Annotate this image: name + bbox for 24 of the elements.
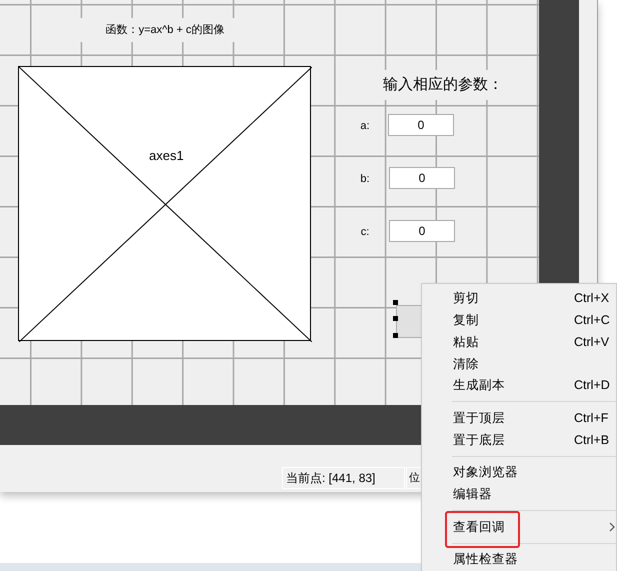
selection-handle[interactable] bbox=[393, 316, 398, 321]
shortcut-text: Ctrl+V bbox=[574, 334, 610, 351]
shortcut-text: Ctrl+B bbox=[574, 432, 610, 449]
selection-handle[interactable] bbox=[393, 300, 398, 305]
param-input[interactable]: 0 bbox=[389, 220, 455, 242]
menu-item[interactable]: 剪切 Ctrl+X bbox=[422, 288, 616, 310]
menu-item[interactable]: 粘贴 Ctrl+V bbox=[422, 331, 616, 354]
selection-handle[interactable] bbox=[393, 333, 398, 338]
menu-item[interactable]: 编辑器 bbox=[422, 484, 616, 506]
menu-item[interactable]: 属性检查器 bbox=[422, 548, 616, 571]
param-input[interactable]: 0 bbox=[389, 167, 455, 189]
shortcut-text: Ctrl+X bbox=[574, 290, 610, 308]
menu-item[interactable]: 生成副本 Ctrl+D bbox=[422, 374, 616, 396]
param-input[interactable]: 0 bbox=[388, 114, 454, 136]
menu-item[interactable]: 查看回调 bbox=[422, 516, 616, 538]
menu-item[interactable]: 对象浏览器 bbox=[422, 462, 616, 484]
shortcut-text: Ctrl+F bbox=[574, 410, 608, 427]
shortcut-text: Ctrl+D bbox=[574, 377, 610, 394]
menu-item[interactable]: 复制 Ctrl+C bbox=[422, 310, 616, 332]
status-field: 当前点: [441, 83] bbox=[282, 467, 405, 489]
shortcut-text: Ctrl+C bbox=[574, 312, 610, 330]
menu-item[interactable]: 清除 bbox=[422, 353, 616, 375]
menu-item[interactable]: 置于顶层 Ctrl+F bbox=[422, 407, 616, 430]
menu-item[interactable]: 置于底层 Ctrl+B bbox=[422, 429, 616, 451]
